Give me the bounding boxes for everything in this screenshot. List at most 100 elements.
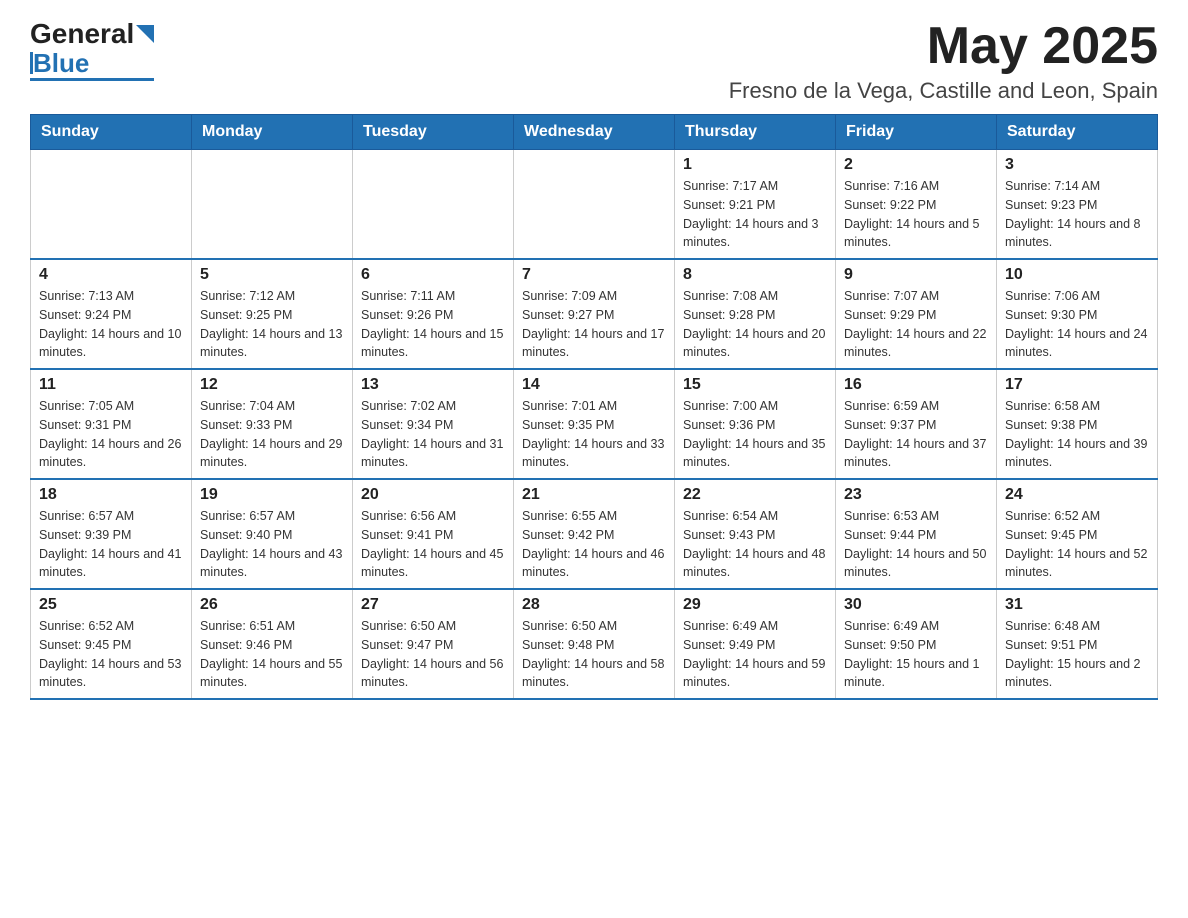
day-of-week-header: Tuesday bbox=[353, 115, 514, 150]
calendar-cell: 25 Sunrise: 6:52 AM Sunset: 9:45 PM Dayli… bbox=[31, 589, 192, 699]
day-info: Sunrise: 6:50 AM Sunset: 9:48 PM Dayligh… bbox=[522, 617, 666, 692]
calendar-week-row: 1 Sunrise: 7:17 AM Sunset: 9:21 PM Daylig… bbox=[31, 150, 1158, 260]
day-number: 1 bbox=[683, 156, 827, 174]
day-number: 24 bbox=[1005, 486, 1149, 504]
day-info: Sunrise: 7:14 AM Sunset: 9:23 PM Dayligh… bbox=[1005, 177, 1149, 252]
day-info: Sunrise: 6:50 AM Sunset: 9:47 PM Dayligh… bbox=[361, 617, 505, 692]
day-info: Sunrise: 7:06 AM Sunset: 9:30 PM Dayligh… bbox=[1005, 287, 1149, 362]
calendar-cell: 26Sunrise: 6:51 AM Sunset: 9:46 PM Dayli… bbox=[192, 589, 353, 699]
calendar-cell bbox=[31, 150, 192, 260]
day-info: Sunrise: 7:01 AM Sunset: 9:35 PM Dayligh… bbox=[522, 397, 666, 472]
calendar-cell: 2 Sunrise: 7:16 AM Sunset: 9:22 PM Daylig… bbox=[836, 150, 997, 260]
calendar-cell: 14 Sunrise: 7:01 AM Sunset: 9:35 PM Dayli… bbox=[514, 369, 675, 479]
day-number: 12 bbox=[200, 376, 344, 394]
day-info: Sunrise: 6:52 AM Sunset: 9:45 PM Dayligh… bbox=[1005, 507, 1149, 582]
calendar-week-row: 18Sunrise: 6:57 AM Sunset: 9:39 PM Dayli… bbox=[31, 479, 1158, 589]
day-number: 7 bbox=[522, 266, 666, 284]
calendar-header-row: SundayMondayTuesdayWednesdayThursdayFrid… bbox=[31, 115, 1158, 150]
day-number: 23 bbox=[844, 486, 988, 504]
day-number: 29 bbox=[683, 596, 827, 614]
calendar-cell: 17 Sunrise: 6:58 AM Sunset: 9:38 PM Dayli… bbox=[997, 369, 1158, 479]
day-info: Sunrise: 6:56 AM Sunset: 9:41 PM Dayligh… bbox=[361, 507, 505, 582]
day-number: 30 bbox=[844, 596, 988, 614]
calendar-cell: 22 Sunrise: 6:54 AM Sunset: 9:43 PM Dayli… bbox=[675, 479, 836, 589]
calendar-cell: 7 Sunrise: 7:09 AM Sunset: 9:27 PM Daylig… bbox=[514, 259, 675, 369]
day-of-week-header: Wednesday bbox=[514, 115, 675, 150]
month-title: May 2025 bbox=[729, 20, 1158, 72]
day-of-week-header: Sunday bbox=[31, 115, 192, 150]
calendar-cell: 8Sunrise: 7:08 AM Sunset: 9:28 PM Daylig… bbox=[675, 259, 836, 369]
day-of-week-header: Monday bbox=[192, 115, 353, 150]
calendar-table: SundayMondayTuesdayWednesdayThursdayFrid… bbox=[30, 114, 1158, 700]
day-number: 6 bbox=[361, 266, 505, 284]
day-info: Sunrise: 6:51 AM Sunset: 9:46 PM Dayligh… bbox=[200, 617, 344, 692]
day-number: 17 bbox=[1005, 376, 1149, 394]
day-number: 19 bbox=[200, 486, 344, 504]
calendar-cell: 31 Sunrise: 6:48 AM Sunset: 9:51 PM Dayli… bbox=[997, 589, 1158, 699]
day-info: Sunrise: 7:13 AM Sunset: 9:24 PM Dayligh… bbox=[39, 287, 183, 362]
day-info: Sunrise: 7:02 AM Sunset: 9:34 PM Dayligh… bbox=[361, 397, 505, 472]
day-number: 3 bbox=[1005, 156, 1149, 174]
calendar-cell: 24 Sunrise: 6:52 AM Sunset: 9:45 PM Dayli… bbox=[997, 479, 1158, 589]
day-number: 21 bbox=[522, 486, 666, 504]
calendar-week-row: 25 Sunrise: 6:52 AM Sunset: 9:45 PM Dayli… bbox=[31, 589, 1158, 699]
day-info: Sunrise: 6:57 AM Sunset: 9:39 PM Dayligh… bbox=[39, 507, 183, 582]
day-info: Sunrise: 6:54 AM Sunset: 9:43 PM Dayligh… bbox=[683, 507, 827, 582]
day-info: Sunrise: 7:00 AM Sunset: 9:36 PM Dayligh… bbox=[683, 397, 827, 472]
calendar-cell: 13 Sunrise: 7:02 AM Sunset: 9:34 PM Dayli… bbox=[353, 369, 514, 479]
calendar-cell: 28Sunrise: 6:50 AM Sunset: 9:48 PM Dayli… bbox=[514, 589, 675, 699]
calendar-cell: 27 Sunrise: 6:50 AM Sunset: 9:47 PM Dayli… bbox=[353, 589, 514, 699]
day-info: Sunrise: 6:48 AM Sunset: 9:51 PM Dayligh… bbox=[1005, 617, 1149, 692]
day-number: 14 bbox=[522, 376, 666, 394]
day-info: Sunrise: 6:52 AM Sunset: 9:45 PM Dayligh… bbox=[39, 617, 183, 692]
day-number: 25 bbox=[39, 596, 183, 614]
calendar-cell bbox=[192, 150, 353, 260]
calendar-cell bbox=[353, 150, 514, 260]
calendar-cell: 20 Sunrise: 6:56 AM Sunset: 9:41 PM Dayli… bbox=[353, 479, 514, 589]
title-area: May 2025 Fresno de la Vega, Castille and… bbox=[729, 20, 1158, 104]
page-header: General Blue May 2025 Fresno de la Vega,… bbox=[30, 20, 1158, 104]
calendar-week-row: 4 Sunrise: 7:13 AM Sunset: 9:24 PM Daylig… bbox=[31, 259, 1158, 369]
calendar-cell: 29 Sunrise: 6:49 AM Sunset: 9:49 PM Dayli… bbox=[675, 589, 836, 699]
logo-text: General bbox=[30, 20, 154, 48]
calendar-cell bbox=[514, 150, 675, 260]
day-info: Sunrise: 6:53 AM Sunset: 9:44 PM Dayligh… bbox=[844, 507, 988, 582]
day-info: Sunrise: 7:09 AM Sunset: 9:27 PM Dayligh… bbox=[522, 287, 666, 362]
calendar-cell: 16Sunrise: 6:59 AM Sunset: 9:37 PM Dayli… bbox=[836, 369, 997, 479]
day-number: 20 bbox=[361, 486, 505, 504]
calendar-cell: 19 Sunrise: 6:57 AM Sunset: 9:40 PM Dayli… bbox=[192, 479, 353, 589]
day-of-week-header: Friday bbox=[836, 115, 997, 150]
calendar-cell: 30 Sunrise: 6:49 AM Sunset: 9:50 PM Dayli… bbox=[836, 589, 997, 699]
day-number: 2 bbox=[844, 156, 988, 174]
calendar-cell: 1 Sunrise: 7:17 AM Sunset: 9:21 PM Daylig… bbox=[675, 150, 836, 260]
day-info: Sunrise: 7:17 AM Sunset: 9:21 PM Dayligh… bbox=[683, 177, 827, 252]
day-number: 27 bbox=[361, 596, 505, 614]
calendar-cell: 23 Sunrise: 6:53 AM Sunset: 9:44 PM Dayli… bbox=[836, 479, 997, 589]
calendar-cell: 3 Sunrise: 7:14 AM Sunset: 9:23 PM Daylig… bbox=[997, 150, 1158, 260]
day-number: 13 bbox=[361, 376, 505, 394]
day-number: 4 bbox=[39, 266, 183, 284]
calendar-week-row: 11Sunrise: 7:05 AM Sunset: 9:31 PM Dayli… bbox=[31, 369, 1158, 479]
day-info: Sunrise: 6:49 AM Sunset: 9:49 PM Dayligh… bbox=[683, 617, 827, 692]
calendar-cell: 5Sunrise: 7:12 AM Sunset: 9:25 PM Daylig… bbox=[192, 259, 353, 369]
day-info: Sunrise: 6:49 AM Sunset: 9:50 PM Dayligh… bbox=[844, 617, 988, 692]
day-number: 11 bbox=[39, 376, 183, 394]
day-of-week-header: Thursday bbox=[675, 115, 836, 150]
calendar-cell: 11Sunrise: 7:05 AM Sunset: 9:31 PM Dayli… bbox=[31, 369, 192, 479]
day-info: Sunrise: 7:11 AM Sunset: 9:26 PM Dayligh… bbox=[361, 287, 505, 362]
day-info: Sunrise: 7:04 AM Sunset: 9:33 PM Dayligh… bbox=[200, 397, 344, 472]
calendar-cell: 21Sunrise: 6:55 AM Sunset: 9:42 PM Dayli… bbox=[514, 479, 675, 589]
day-info: Sunrise: 6:57 AM Sunset: 9:40 PM Dayligh… bbox=[200, 507, 344, 582]
day-number: 22 bbox=[683, 486, 827, 504]
day-info: Sunrise: 6:58 AM Sunset: 9:38 PM Dayligh… bbox=[1005, 397, 1149, 472]
day-info: Sunrise: 7:08 AM Sunset: 9:28 PM Dayligh… bbox=[683, 287, 827, 362]
day-info: Sunrise: 7:16 AM Sunset: 9:22 PM Dayligh… bbox=[844, 177, 988, 252]
logo: General Blue bbox=[30, 20, 154, 81]
calendar-cell: 4 Sunrise: 7:13 AM Sunset: 9:24 PM Daylig… bbox=[31, 259, 192, 369]
day-info: Sunrise: 7:07 AM Sunset: 9:29 PM Dayligh… bbox=[844, 287, 988, 362]
day-info: Sunrise: 6:59 AM Sunset: 9:37 PM Dayligh… bbox=[844, 397, 988, 472]
day-number: 31 bbox=[1005, 596, 1149, 614]
calendar-cell: 15 Sunrise: 7:00 AM Sunset: 9:36 PM Dayli… bbox=[675, 369, 836, 479]
day-number: 15 bbox=[683, 376, 827, 394]
logo-blue-text: Blue bbox=[33, 50, 89, 76]
